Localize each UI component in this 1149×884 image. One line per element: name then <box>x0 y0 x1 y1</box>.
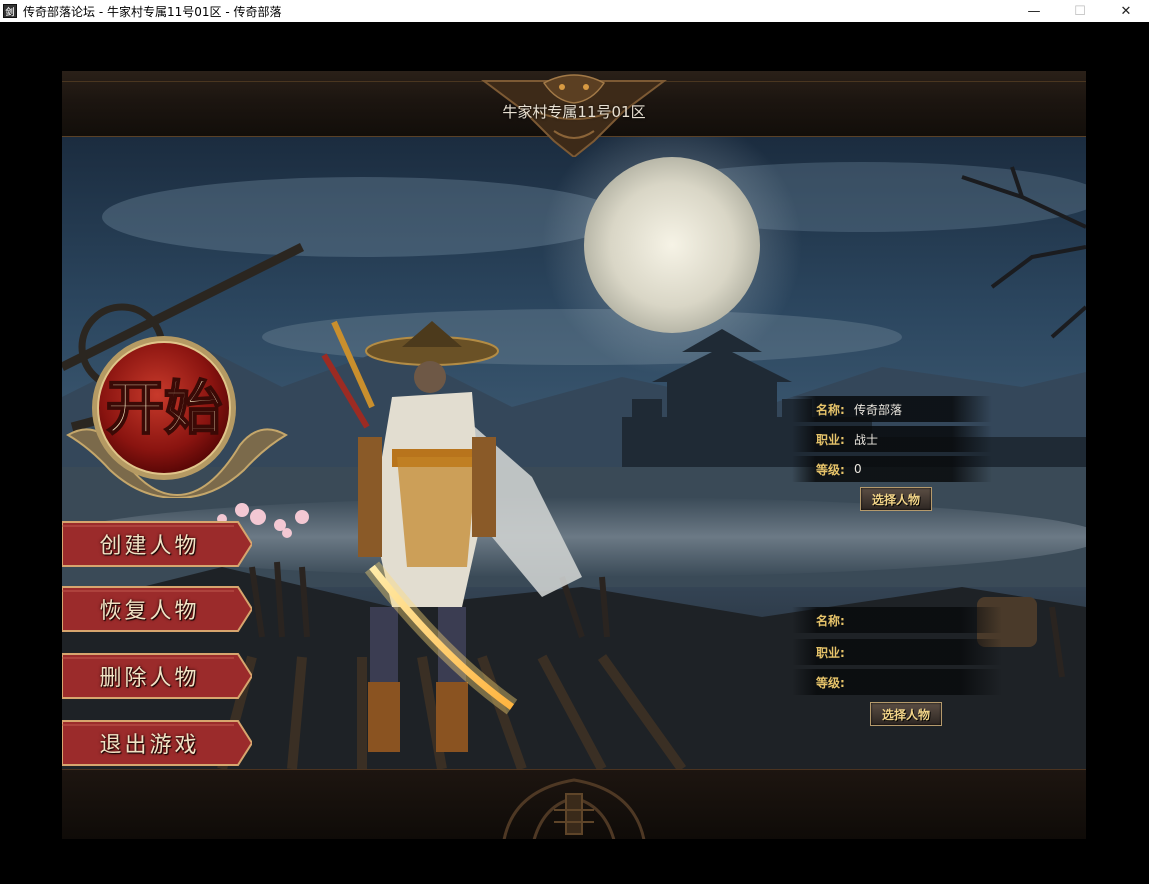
start-label: 开始 <box>106 374 222 442</box>
slot1-class-value: 战士 <box>854 432 879 447</box>
delete-character-button[interactable]: 删除人物 <box>62 652 252 700</box>
exit-game-button[interactable]: 退出游戏 <box>62 719 252 767</box>
restore-character-label: 恢复人物 <box>99 599 200 624</box>
window-controls: — ☐ ✕ <box>1011 0 1149 22</box>
minimize-button[interactable]: — <box>1011 0 1057 22</box>
app-icon: 剑 <box>3 4 17 18</box>
create-character-label: 创建人物 <box>99 534 200 559</box>
slot1-select-button[interactable]: 选择人物 <box>860 487 932 511</box>
slot1-name-row: 名称: 传奇部落 <box>792 396 992 422</box>
window-title: 传奇部落论坛 - 牛家村专属11号01区 - 传奇部落 <box>23 4 282 19</box>
slot1-level-value: 0 <box>854 462 862 476</box>
exit-game-label: 退出游戏 <box>99 733 200 758</box>
slot2-class-row: 职业: <box>792 639 1002 665</box>
slot2-name-label: 名称: <box>816 613 845 628</box>
slot1-level-row: 等级: 0 <box>792 456 992 482</box>
maximize-button[interactable]: ☐ <box>1057 0 1103 22</box>
slot2-name-row: 名称: <box>792 607 1002 633</box>
create-character-button[interactable]: 创建人物 <box>62 520 252 568</box>
slot1-class-row: 职业: 战士 <box>792 426 992 452</box>
slot1-name-label: 名称: <box>816 402 845 417</box>
ornament-bottom <box>502 778 646 839</box>
slot2-select-button[interactable]: 选择人物 <box>870 702 942 726</box>
slot1-level-label: 等级: <box>816 462 845 477</box>
bottom-banner <box>62 769 1086 839</box>
slot2-class-label: 职业: <box>816 645 845 660</box>
slot1-class-label: 职业: <box>816 432 845 447</box>
moon <box>584 157 760 333</box>
close-button[interactable]: ✕ <box>1103 0 1149 22</box>
delete-character-label: 删除人物 <box>99 666 200 691</box>
window-titlebar: 剑 传奇部落论坛 - 牛家村专属11号01区 - 传奇部落 — ☐ ✕ <box>0 0 1149 22</box>
server-name: 牛家村专属11号01区 <box>502 103 646 121</box>
game-viewport: 牛家村专属11号01区 开始 创建人物 恢复人物 删除人物 退出游戏 名称: 传… <box>62 71 1086 839</box>
slot2-level-label: 等级: <box>816 675 845 690</box>
restore-character-button[interactable]: 恢复人物 <box>62 585 252 633</box>
slot2-level-row: 等级: <box>792 669 1002 695</box>
start-game-button[interactable]: 开始 <box>64 330 290 500</box>
start-emblem: 开始 <box>66 336 288 500</box>
slot1-name-value: 传奇部落 <box>854 402 903 417</box>
